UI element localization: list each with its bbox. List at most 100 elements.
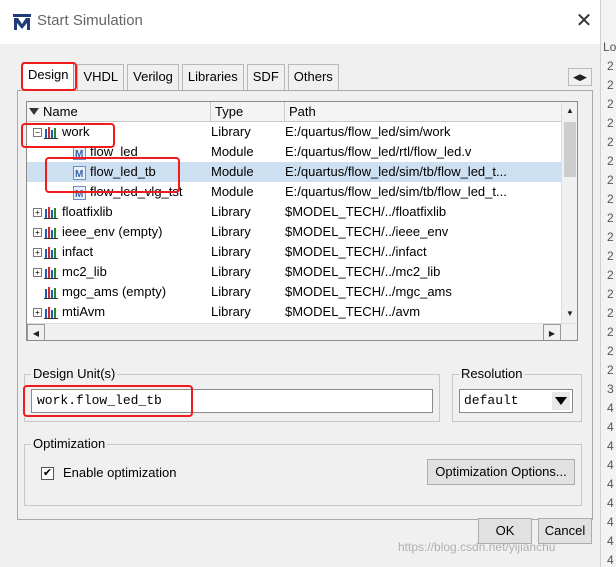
checkmark-icon: ✔ xyxy=(42,467,53,479)
module-icon: M xyxy=(73,185,86,200)
row-name: mtiAvm xyxy=(62,304,106,319)
row-type-cell: Library xyxy=(211,304,251,319)
library-tree[interactable]: Name Type Path − work Library E:/quartus/fl… xyxy=(26,101,578,341)
strip-item: 2 xyxy=(607,230,614,244)
strip-item: 2 xyxy=(607,97,614,111)
row-name: floatfixlib xyxy=(62,204,113,219)
strip-item: 2 xyxy=(607,306,614,320)
strip-item: 4 xyxy=(607,439,614,453)
row-name-cell: + infact xyxy=(33,242,213,262)
strip-item: 2 xyxy=(607,192,614,206)
column-header-name[interactable]: Name xyxy=(27,102,211,122)
optimization-label: Optimization xyxy=(31,436,108,452)
list-item[interactable]: + ieee_env (empty) Library $MODEL_TECH/../i… xyxy=(27,222,561,242)
row-name: flow_led_vlg_tst xyxy=(90,184,183,199)
enable-optimization-checkbox[interactable]: ✔ xyxy=(41,467,54,480)
row-path-cell: E:/quartus/flow_led/sim/tb/flow_led_t... xyxy=(285,184,507,199)
tab-design[interactable]: Design xyxy=(22,62,75,90)
strip-item: 4 xyxy=(607,553,614,567)
library-icon xyxy=(44,286,58,299)
svg-text:M: M xyxy=(75,189,83,200)
scroll-down-icon[interactable]: ▼ xyxy=(562,305,577,322)
strip-item: 2 xyxy=(607,287,614,301)
scroll-right-icon[interactable]: ▶ xyxy=(543,324,561,340)
list-item[interactable]: mgc_ams (empty) Library $MODEL_TECH/../mgc… xyxy=(27,282,561,302)
design-unit-label: Design Unit(s) xyxy=(31,366,118,382)
resolution-value: default xyxy=(464,393,519,408)
tab-strip: Design VHDL Verilog Libraries SDF Others xyxy=(22,62,342,90)
tab-scroll-arrows[interactable]: ◀▶ xyxy=(568,68,592,86)
row-name-cell: + floatfixlib xyxy=(33,202,213,222)
enable-optimization-label[interactable]: Enable optimization xyxy=(63,465,176,480)
optimization-options-button[interactable]: Optimization Options... xyxy=(427,459,575,485)
row-path-cell: E:/quartus/flow_led/sim/tb/flow_led_t... xyxy=(285,164,507,179)
tab-verilog[interactable]: Verilog xyxy=(127,64,179,90)
collapse-icon[interactable]: − xyxy=(33,128,42,138)
row-type-cell: Library xyxy=(211,124,251,139)
tab-sdf[interactable]: SDF xyxy=(246,64,285,90)
vertical-scrollbar[interactable]: ▲ ▼ xyxy=(561,102,577,323)
expand-icon[interactable]: + xyxy=(33,208,42,218)
chevron-down-icon[interactable] xyxy=(552,392,570,410)
list-item[interactable]: + mc2_lib Library $MODEL_TECH/../mc2_lib xyxy=(27,262,561,282)
strip-item: 2 xyxy=(607,325,614,339)
strip-item: 2 xyxy=(607,268,614,282)
design-unit-input[interactable]: work.flow_led_tb xyxy=(31,389,433,413)
list-item[interactable]: Mflow_led_tb Module E:/quartus/flow_led/si… xyxy=(27,162,561,182)
row-name-cell: + ieee_env (empty) xyxy=(33,222,213,242)
row-name-cell: + mc2_lib xyxy=(33,262,213,282)
optimization-group: Optimization ✔ Enable optimization Optim… xyxy=(24,436,582,506)
column-header-path[interactable]: Path xyxy=(285,102,561,122)
scroll-up-icon[interactable]: ▲ xyxy=(562,102,577,119)
row-type-cell: Module xyxy=(211,164,254,179)
column-header-type[interactable]: Type xyxy=(211,102,285,122)
expand-icon[interactable]: + xyxy=(33,248,42,258)
list-item[interactable]: + infact Library $MODEL_TECH/../infact xyxy=(27,242,561,262)
sort-down-icon xyxy=(29,108,39,115)
modelsim-logo-icon xyxy=(12,12,32,32)
list-item[interactable]: + mtiAvm Library $MODEL_TECH/../avm xyxy=(27,302,561,322)
module-icon: M xyxy=(73,165,86,180)
scroll-thumb[interactable] xyxy=(564,122,576,177)
row-path-cell: $MODEL_TECH/../mgc_ams xyxy=(285,284,452,299)
expand-icon[interactable]: + xyxy=(33,268,42,278)
tab-vhdl[interactable]: VHDL xyxy=(77,64,125,90)
resolution-select[interactable]: default xyxy=(459,389,573,413)
expand-icon[interactable]: + xyxy=(33,228,42,238)
strip-item: 4 xyxy=(607,515,614,529)
resolution-label: Resolution xyxy=(459,366,525,382)
row-name-cell: + mtiAvm xyxy=(33,302,213,322)
row-type-cell: Library xyxy=(211,204,251,219)
row-name: mgc_ams (empty) xyxy=(62,284,167,299)
row-path-cell: $MODEL_TECH/../infact xyxy=(285,244,427,259)
svg-text:M: M xyxy=(75,149,83,160)
row-name-cell: Mflow_led_vlg_tst xyxy=(33,182,213,202)
design-tab-panel: Name Type Path − work Library E:/quartus/fl… xyxy=(17,90,593,520)
tab-libraries[interactable]: Libraries xyxy=(181,64,244,90)
list-header: Name Type Path xyxy=(27,102,561,122)
strip-item: 4 xyxy=(607,534,614,548)
tab-others[interactable]: Others xyxy=(287,64,339,90)
row-path-cell: E:/quartus/flow_led/sim/work xyxy=(285,124,451,139)
strip-item: 2 xyxy=(607,344,614,358)
strip-item: 4 xyxy=(607,477,614,491)
background-window-strip: Lo 2 2 2 2 2 2 2 2 2 2 2 2 2 2 2 2 2 3 4 4 4 4 4 4 4 4 4 xyxy=(600,0,616,567)
list-item[interactable]: Mflow_led Module E:/quartus/flow_led/rtl/f… xyxy=(27,142,561,162)
row-name: work xyxy=(62,124,90,139)
library-icon xyxy=(44,306,58,319)
strip-item: 2 xyxy=(607,173,614,187)
row-name: flow_led_tb xyxy=(90,164,156,179)
list-item[interactable]: + floatfixlib Library $MODEL_TECH/../floatf… xyxy=(27,202,561,222)
title-bar: Start Simulation ✕ xyxy=(0,0,600,44)
design-unit-group: Design Unit(s) work.flow_led_tb xyxy=(24,366,440,422)
expand-icon[interactable]: + xyxy=(33,308,42,318)
strip-item: 4 xyxy=(607,458,614,472)
library-icon xyxy=(44,226,58,239)
close-button[interactable]: ✕ xyxy=(568,6,600,38)
strip-item: 2 xyxy=(607,249,614,263)
resolution-group: Resolution default xyxy=(452,366,582,422)
list-item[interactable]: Mflow_led_vlg_tst Module E:/quartus/flow_l… xyxy=(27,182,561,202)
list-item[interactable]: − work Library E:/quartus/flow_led/sim/work xyxy=(27,122,561,142)
scroll-left-icon[interactable]: ◀ xyxy=(27,324,45,340)
horizontal-scrollbar[interactable]: ◀ ▶ xyxy=(27,323,577,340)
